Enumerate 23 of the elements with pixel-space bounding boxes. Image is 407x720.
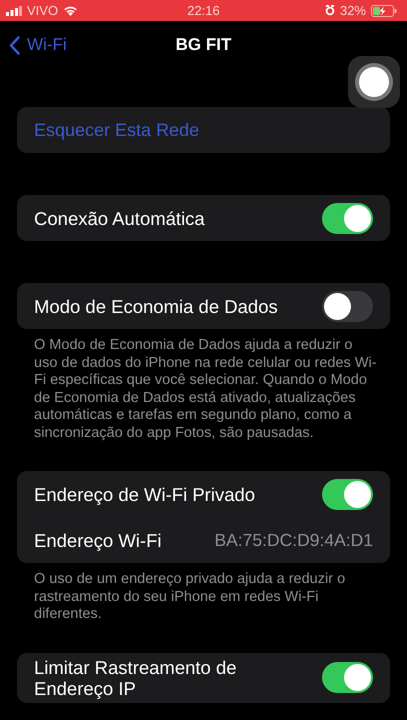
toggle-switch[interactable] — [322, 478, 373, 510]
setting-label: Modo de Economia de Dados — [34, 294, 278, 318]
footnote-text: O Modo de Economia de Dados ajuda a reduzir o uso de dados do iPhone na rede celular ou redes Wi-Fi específicas que você selecionar. Quando o Modo de Economia de Dados está ativado, atualizações automáticas e tarefas em segundo plano, como a sincronização do app Fotos, são pausadas. — [34, 337, 378, 442]
signal-icon — [6, 6, 22, 16]
setting-label: Conexão Automática — [34, 206, 205, 230]
setting-label: Endereço de Wi-Fi Privado — [34, 482, 256, 507]
setting-value: BA:75:DC:D9:4A:D1 — [214, 530, 373, 550]
setting-label: Limitar Rastreamento de Endereço IP — [34, 656, 238, 701]
wifi-icon — [63, 5, 78, 16]
footnote-text: O uso de um endereço privado ajuda a reduzir o rastreamento do seu iPhone em redes Wi-Fi diferentes. — [34, 571, 346, 624]
setting-label: Endereço Wi-Fi — [34, 528, 162, 553]
assistive-touch-button[interactable] — [348, 56, 400, 108]
battery-percent: 32% — [340, 3, 366, 18]
back-button[interactable]: Wi-Fi — [0, 35, 67, 55]
toggle-switch[interactable] — [322, 662, 373, 693]
clock-time: 22:16 — [186, 3, 221, 18]
alarm-icon — [324, 5, 335, 16]
back-chevron-icon — [9, 36, 20, 54]
toggle-switch[interactable] — [322, 290, 373, 322]
page-title: BG FIT — [174, 35, 232, 55]
carrier-name: VIVO — [27, 3, 58, 18]
toggle-switch[interactable] — [322, 202, 373, 234]
forget-network-button[interactable]: Esquecer Esta Rede — [34, 120, 200, 140]
